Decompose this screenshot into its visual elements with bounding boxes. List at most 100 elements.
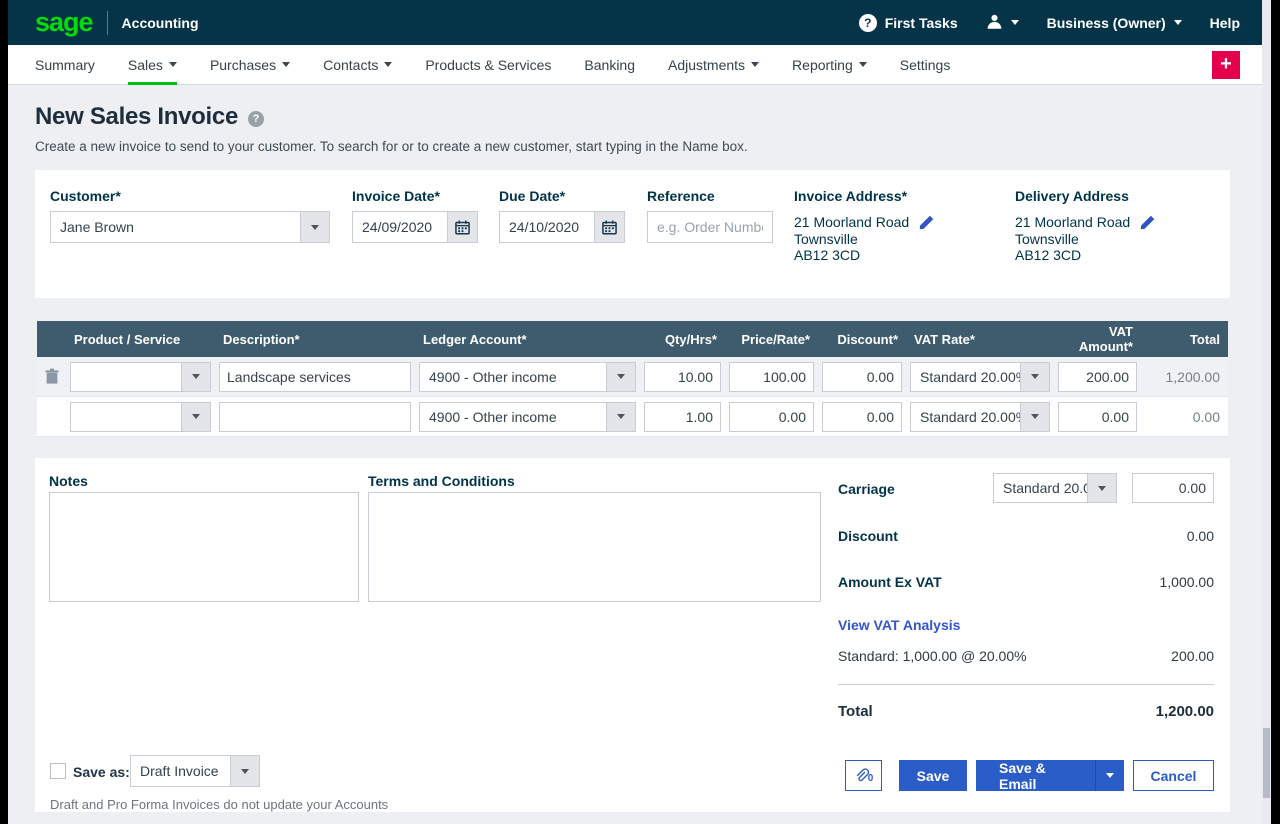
vat-rate-select[interactable]: Standard 20.00% bbox=[910, 362, 1050, 392]
carriage-vat-select[interactable]: Standard 20.00% bbox=[993, 473, 1117, 503]
cancel-button[interactable]: Cancel bbox=[1133, 760, 1214, 791]
help-link[interactable]: Help bbox=[1210, 15, 1240, 31]
nav-item-products-services[interactable]: Products & Services bbox=[425, 45, 551, 85]
total-row: Total 1,200.00 bbox=[838, 703, 1214, 720]
edit-invoice-address-icon[interactable] bbox=[918, 214, 935, 236]
col-discount: Discount* bbox=[818, 321, 906, 357]
total-label: Total bbox=[838, 703, 873, 720]
sage-logo[interactable]: sage bbox=[35, 9, 93, 36]
chevron-down-icon[interactable] bbox=[230, 756, 259, 786]
total-value: 1,200.00 bbox=[1156, 703, 1214, 720]
vat-breakdown-row: Standard: 1,000.00 @ 20.00% 200.00 bbox=[838, 648, 1214, 664]
calendar-icon[interactable] bbox=[448, 211, 478, 243]
page-subtitle: Create a new invoice to send to your cus… bbox=[35, 139, 748, 154]
due-date-label: Due Date* bbox=[499, 188, 565, 204]
qty-input[interactable] bbox=[644, 362, 721, 392]
vertical-scrollbar[interactable] bbox=[1262, 0, 1271, 824]
table-header-row: Product / Service Description* Ledger Ac… bbox=[37, 321, 1228, 357]
delivery-address-label: Delivery Address bbox=[1015, 188, 1129, 204]
delivery-address: 21 Moorland Road Townsville AB12 3CD bbox=[1015, 214, 1130, 264]
chevron-down-icon bbox=[859, 62, 867, 67]
amount-ex-vat-label: Amount Ex VAT bbox=[838, 574, 942, 590]
page: sage Accounting ? First Tasks Business (… bbox=[8, 0, 1262, 824]
view-vat-analysis-link[interactable]: View VAT Analysis bbox=[838, 617, 960, 633]
save-as-select[interactable]: Draft Invoice bbox=[130, 755, 260, 787]
business-menu[interactable]: Business (Owner) bbox=[1047, 15, 1182, 31]
vat-rate-select[interactable]: Standard 20.00% bbox=[910, 402, 1050, 432]
description-input[interactable] bbox=[219, 362, 411, 392]
nav-item-sales[interactable]: Sales bbox=[128, 45, 177, 85]
description-input[interactable] bbox=[219, 402, 411, 432]
nav-item-purchases[interactable]: Purchases bbox=[210, 45, 290, 85]
product-select[interactable] bbox=[70, 402, 211, 432]
notes-textarea[interactable] bbox=[49, 492, 359, 602]
save-as-checkbox[interactable] bbox=[50, 763, 66, 779]
chevron-down-icon bbox=[1174, 20, 1182, 25]
chevron-down-icon[interactable] bbox=[1020, 403, 1049, 431]
discount-value: 0.00 bbox=[1187, 528, 1214, 544]
nav-item-adjustments[interactable]: Adjustments bbox=[668, 45, 759, 85]
quick-add-button[interactable]: + bbox=[1212, 51, 1240, 79]
due-date-input[interactable] bbox=[499, 211, 595, 243]
price-input[interactable] bbox=[729, 402, 814, 432]
chevron-down-icon[interactable] bbox=[181, 363, 210, 391]
help-label: Help bbox=[1210, 15, 1240, 31]
edit-delivery-address-icon[interactable] bbox=[1139, 214, 1156, 236]
user-menu[interactable] bbox=[986, 13, 1019, 33]
ledger-account-select[interactable]: 4900 - Other income bbox=[419, 402, 636, 432]
table-row: 4900 - Other income Standard 20.00% 1,20… bbox=[37, 357, 1228, 397]
chevron-down-icon[interactable] bbox=[1087, 474, 1116, 502]
discount-input[interactable] bbox=[822, 402, 902, 432]
app-title: Accounting bbox=[122, 15, 199, 31]
vat-amount-input[interactable] bbox=[1058, 402, 1137, 432]
terms-textarea[interactable] bbox=[368, 492, 821, 602]
delete-column-header bbox=[37, 321, 66, 357]
nav-item-banking[interactable]: Banking bbox=[584, 45, 635, 85]
topbar-right: ? First Tasks Business (Owner) Help bbox=[859, 13, 1240, 33]
chevron-down-icon bbox=[1011, 20, 1019, 25]
page-help-icon[interactable]: ? bbox=[248, 111, 264, 127]
trash-icon bbox=[44, 368, 60, 385]
calendar-icon[interactable] bbox=[595, 211, 625, 243]
vat-breakdown-value: 200.00 bbox=[1171, 648, 1214, 664]
discount-input[interactable] bbox=[822, 362, 902, 392]
invoice-header-panel: Customer* Jane Brown Invoice Date* Due D… bbox=[35, 170, 1230, 298]
chevron-down-icon[interactable] bbox=[300, 212, 329, 242]
customer-select[interactable]: Jane Brown bbox=[50, 211, 330, 243]
save-as-hint: Draft and Pro Forma Invoices do not upda… bbox=[50, 797, 388, 812]
first-tasks-button[interactable]: ? First Tasks bbox=[859, 14, 958, 32]
nav-item-contacts[interactable]: Contacts bbox=[323, 45, 392, 85]
ledger-account-select[interactable]: 4900 - Other income bbox=[419, 362, 636, 392]
invoice-date-input[interactable] bbox=[352, 211, 448, 243]
invoice-date-label: Invoice Date* bbox=[352, 188, 440, 204]
chevron-down-icon[interactable] bbox=[1096, 773, 1124, 778]
vat-amount-input[interactable] bbox=[1058, 362, 1137, 392]
user-icon bbox=[986, 13, 1003, 33]
carriage-label: Carriage bbox=[838, 481, 895, 497]
qty-input[interactable] bbox=[644, 402, 721, 432]
nav-item-summary[interactable]: Summary bbox=[35, 45, 95, 85]
carriage-amount-input[interactable] bbox=[1132, 473, 1214, 503]
scrollbar-thumb[interactable] bbox=[1263, 728, 1270, 798]
product-select[interactable] bbox=[70, 362, 211, 392]
topbar-divider bbox=[107, 11, 108, 35]
nav-item-reporting[interactable]: Reporting bbox=[792, 45, 867, 85]
chevron-down-icon[interactable] bbox=[1020, 363, 1049, 391]
amount-ex-vat-row: Amount Ex VAT 1,000.00 bbox=[838, 574, 1214, 590]
col-price-rate: Price/Rate* bbox=[725, 321, 818, 357]
question-circle-icon: ? bbox=[859, 14, 877, 32]
invoice-footer-panel: Notes Terms and Conditions Carriage Stan… bbox=[35, 458, 1230, 812]
attachments-button[interactable]: 0 bbox=[845, 760, 882, 791]
amount-ex-vat-value: 1,000.00 bbox=[1160, 574, 1215, 590]
save-button[interactable]: Save bbox=[899, 760, 967, 791]
chevron-down-icon[interactable] bbox=[181, 403, 210, 431]
save-and-email-button[interactable]: Save & Email bbox=[976, 760, 1124, 791]
nav-item-settings[interactable]: Settings bbox=[900, 45, 951, 85]
chevron-down-icon[interactable] bbox=[606, 363, 635, 391]
price-input[interactable] bbox=[729, 362, 814, 392]
chevron-down-icon bbox=[282, 62, 290, 67]
delete-row-button[interactable] bbox=[37, 368, 66, 385]
col-product-service: Product / Service bbox=[66, 321, 215, 357]
chevron-down-icon[interactable] bbox=[606, 403, 635, 431]
reference-input[interactable] bbox=[647, 211, 773, 243]
